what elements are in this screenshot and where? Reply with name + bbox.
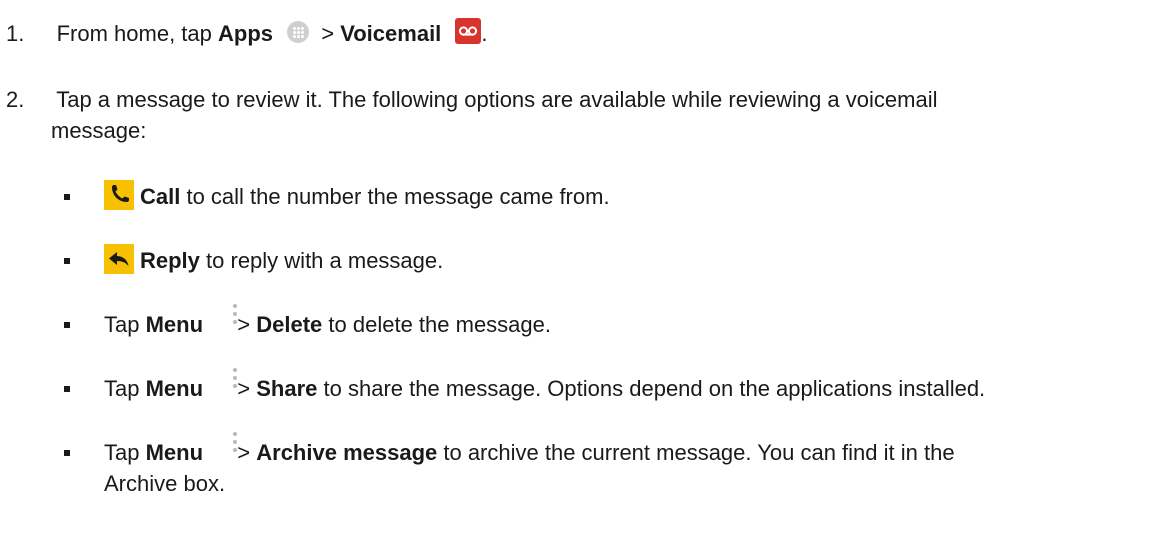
apps-label: Apps <box>218 21 273 46</box>
step-2-text-line1: Tap a message to review it. The followin… <box>56 87 938 112</box>
bullet-marker <box>64 194 70 200</box>
menu-label: Menu <box>145 312 204 337</box>
bullet-call: Call to call the number the message came… <box>140 183 610 211</box>
bullet-marker <box>64 322 70 328</box>
bullet-marker <box>64 386 70 392</box>
step-2-number: 2. <box>6 87 25 112</box>
voicemail-label: Voicemail <box>340 21 442 46</box>
reply-text: to reply with a message. <box>199 248 444 273</box>
call-label: Call <box>140 184 181 209</box>
menu-label: Menu <box>145 376 204 401</box>
voicemail-icon <box>455 18 482 45</box>
step-2-text-line2: message: <box>51 118 147 143</box>
reply-icon <box>104 244 134 274</box>
share-pre: Tap <box>104 376 146 401</box>
step-1-text: From home, tap <box>56 21 218 46</box>
step-1-end: . <box>481 21 488 46</box>
archive-pre: Tap <box>104 440 146 465</box>
step-1-number: 1. <box>6 21 25 46</box>
delete-text: to delete the message. <box>322 312 551 337</box>
menu-icon <box>232 432 238 454</box>
bullet-marker <box>64 450 70 456</box>
call-icon <box>104 180 134 210</box>
call-text: to call the number the message came from… <box>180 184 610 209</box>
reply-label: Reply <box>140 248 200 273</box>
step-2: 2. Tap a message to review it. The follo… <box>6 86 937 114</box>
apps-icon <box>287 21 310 44</box>
share-text: to share the message. Options depend on … <box>317 376 986 401</box>
archive-text: to archive the current message. You can … <box>437 440 955 465</box>
menu-label: Menu <box>145 440 204 465</box>
menu-icon <box>232 304 238 326</box>
step-1-sep: > <box>315 21 341 46</box>
step-1: 1. From home, tap Apps > Voicemail . <box>6 18 488 48</box>
share-label: Share <box>256 376 318 401</box>
delete-label: Delete <box>256 312 323 337</box>
delete-pre: Tap <box>104 312 146 337</box>
bullet-delete: Tap Menu > Delete to delete the message. <box>104 311 551 339</box>
archive-text-line2: Archive box. <box>104 471 226 496</box>
archive-label: Archive message <box>256 440 438 465</box>
bullet-archive-line2: Archive box. <box>104 470 225 498</box>
bullet-reply: Reply to reply with a message. <box>140 247 443 275</box>
bullet-marker <box>64 258 70 264</box>
step-2-line2: message: <box>51 117 146 145</box>
menu-icon <box>232 368 238 390</box>
